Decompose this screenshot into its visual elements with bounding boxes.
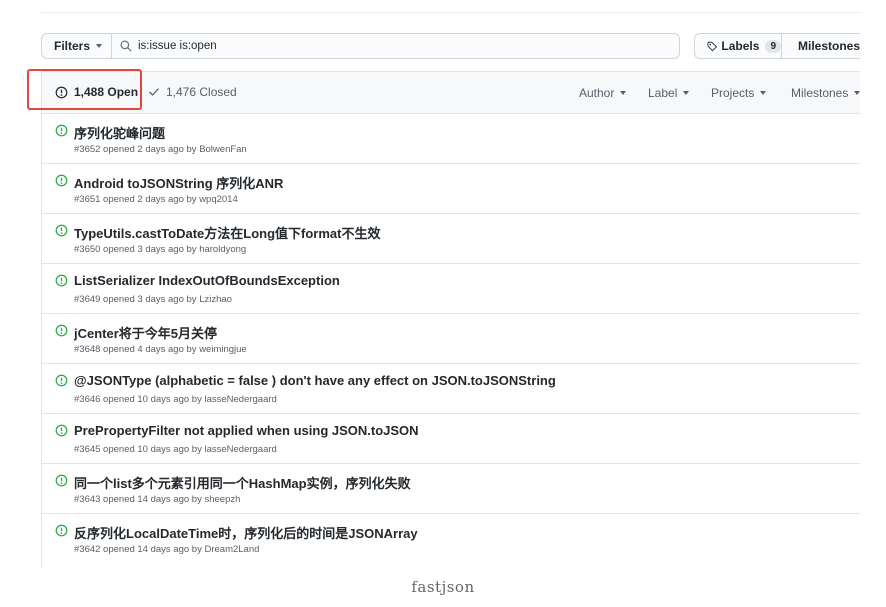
issue-title-link[interactable]: 同一个list多个元素引用同一个HashMap实例，序列化失败 bbox=[74, 473, 411, 492]
projects-label: Projects bbox=[711, 86, 755, 100]
issue-title-link[interactable]: ListSerializer IndexOutOfBoundsException bbox=[74, 273, 340, 288]
filter-bar: Filters Labels 9 Milestones bbox=[41, 33, 860, 59]
issue-meta: #3648 opened 4 days ago by weimingjue bbox=[74, 344, 247, 355]
search-input[interactable] bbox=[138, 40, 658, 52]
issue-row[interactable]: 同一个list多个元素引用同一个HashMap实例，序列化失败 #3643 op… bbox=[42, 464, 860, 514]
search-box[interactable] bbox=[111, 33, 680, 59]
chevron-down-icon bbox=[96, 44, 103, 48]
issue-meta: #3649 opened 3 days ago by Lzizhao bbox=[74, 294, 232, 305]
issue-title-link[interactable]: 反序列化LocalDateTime时，序列化后的时间是JSONArray bbox=[74, 523, 418, 542]
issue-row[interactable]: PrePropertyFilter not applied when using… bbox=[42, 414, 860, 464]
issues-list: 1,488 Open 1,476 Closed Author Label Pro… bbox=[41, 71, 860, 568]
filters-dropdown-button[interactable]: Filters bbox=[41, 33, 112, 59]
issue-title-link[interactable]: TypeUtils.castToDate方法在Long值下format不生效 bbox=[74, 223, 380, 242]
issue-open-icon bbox=[55, 474, 68, 487]
issue-title-link[interactable]: 序列化驼峰问题 bbox=[74, 123, 165, 142]
issue-meta: #3652 opened 2 days ago by BolwenFan bbox=[74, 144, 247, 155]
author-label: Author bbox=[579, 86, 615, 100]
issue-row[interactable]: Android toJSONString 序列化ANR #3651 opened… bbox=[42, 164, 860, 214]
labels-count-badge: 9 bbox=[765, 39, 781, 53]
issue-open-icon bbox=[55, 524, 68, 537]
milestones-label: Milestones bbox=[798, 39, 860, 53]
issue-row[interactable]: @JSONType (alphabetic = false ) don't ha… bbox=[42, 364, 860, 414]
top-divider bbox=[41, 12, 860, 13]
issue-open-icon bbox=[55, 424, 68, 437]
issue-meta: #3651 opened 2 days ago by wpq2014 bbox=[74, 194, 238, 205]
highlight-annotation bbox=[27, 69, 142, 110]
author-filter-menu[interactable]: Author bbox=[579, 86, 627, 100]
issue-row[interactable]: TypeUtils.castToDate方法在Long值下format不生效 #… bbox=[42, 214, 860, 264]
issue-meta: #3645 opened 10 days ago by lasseNederga… bbox=[74, 444, 277, 455]
milestones-filter-label: Milestones bbox=[791, 86, 849, 100]
projects-filter-menu[interactable]: Projects bbox=[711, 86, 767, 100]
issue-title-link[interactable]: jCenter将于今年5月关停 bbox=[74, 323, 217, 342]
issue-open-icon bbox=[55, 274, 68, 287]
closed-count-label: 1,476 Closed bbox=[166, 85, 237, 99]
labels-label: Labels bbox=[721, 39, 760, 53]
milestones-filter-menu[interactable]: Milestones bbox=[791, 86, 860, 100]
issue-open-icon bbox=[55, 124, 68, 137]
labels-button[interactable]: Labels 9 bbox=[694, 33, 782, 59]
issue-meta: #3642 opened 14 days ago by Dream2Land bbox=[74, 544, 260, 555]
issue-open-icon bbox=[55, 224, 68, 237]
chevron-down-icon bbox=[683, 91, 690, 95]
milestones-button[interactable]: Milestones bbox=[781, 33, 860, 59]
tag-icon bbox=[707, 41, 717, 51]
issue-row[interactable]: 序列化驼峰问题 #3652 opened 2 days ago by Bolwe… bbox=[42, 114, 860, 164]
issue-row[interactable]: 反序列化LocalDateTime时，序列化后的时间是JSONArray #36… bbox=[42, 514, 860, 564]
issue-row[interactable]: ListSerializer IndexOutOfBoundsException… bbox=[42, 264, 860, 314]
issue-meta: #3650 opened 3 days ago by haroldyong bbox=[74, 244, 247, 255]
issue-title-link[interactable]: Android toJSONString 序列化ANR bbox=[74, 173, 283, 192]
issues-list-header: 1,488 Open 1,476 Closed Author Label Pro… bbox=[42, 72, 860, 114]
caption: fastjson bbox=[411, 578, 475, 596]
issue-row[interactable]: jCenter将于今年5月关停 #3648 opened 4 days ago … bbox=[42, 314, 860, 364]
issue-meta: #3646 opened 10 days ago by lasseNederga… bbox=[74, 394, 277, 405]
issue-open-icon bbox=[55, 174, 68, 187]
issue-meta: #3643 opened 14 days ago by sheepzh bbox=[74, 494, 241, 505]
issue-open-icon bbox=[55, 374, 68, 387]
chevron-down-icon bbox=[760, 91, 767, 95]
label-filter-menu[interactable]: Label bbox=[648, 86, 690, 100]
chevron-down-icon bbox=[620, 91, 627, 95]
filters-label: Filters bbox=[54, 39, 91, 53]
closed-issues-tab[interactable]: 1,476 Closed bbox=[148, 85, 237, 99]
check-icon bbox=[149, 88, 159, 96]
issue-title-link[interactable]: @JSONType (alphabetic = false ) don't ha… bbox=[74, 373, 556, 388]
issue-title-link[interactable]: PrePropertyFilter not applied when using… bbox=[74, 423, 419, 438]
search-icon bbox=[120, 40, 132, 52]
issue-open-icon bbox=[55, 324, 68, 337]
label-label: Label bbox=[648, 86, 678, 100]
chevron-down-icon bbox=[854, 91, 860, 95]
